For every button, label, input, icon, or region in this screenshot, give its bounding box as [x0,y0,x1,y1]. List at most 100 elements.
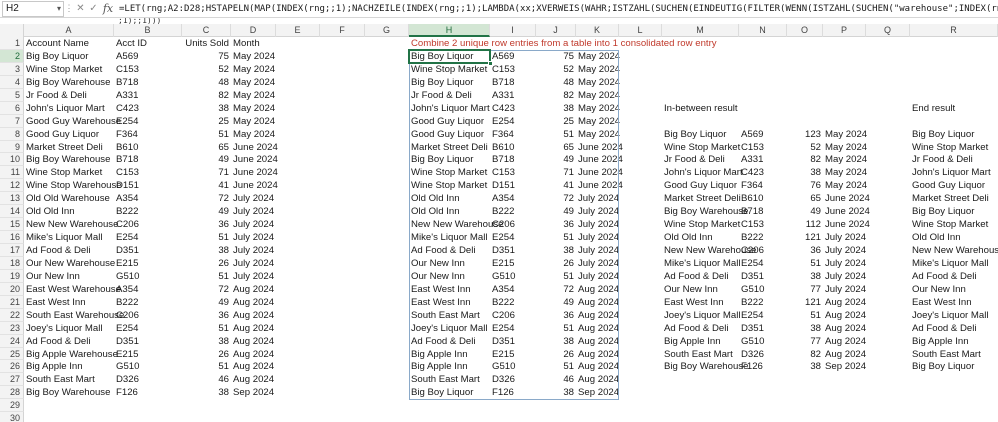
empty-cell-o[interactable] [787,50,823,63]
empty-cell-l[interactable] [619,386,662,399]
empty-cell-g[interactable] [365,386,409,399]
empty-cell-l[interactable] [619,179,662,192]
mapped-month[interactable]: Aug 2024 [576,309,619,322]
end-result-account[interactable]: Our New Inn [910,283,998,296]
end-result-account[interactable]: Ad Food & Deli [910,270,998,283]
empty-cell-l[interactable] [619,309,662,322]
source-account-name[interactable]: East West Inn [24,296,114,309]
empty-cell-g[interactable] [365,335,409,348]
column-header-q[interactable]: Q [866,24,910,37]
chevron-down-icon[interactable]: ▾ [57,4,61,13]
empty-cell-g[interactable] [365,115,409,128]
mapped-month[interactable]: July 2024 [576,231,619,244]
empty-cell-f[interactable] [320,192,365,205]
empty-cell-g[interactable] [365,270,409,283]
source-account-name[interactable]: Big Boy Warehouse [24,153,114,166]
empty-cell-p[interactable] [823,386,866,399]
column-header-m[interactable]: M [662,24,739,37]
empty-cell-q[interactable] [866,63,910,76]
source-month[interactable]: Sep 2024 [231,386,276,399]
header-month[interactable]: Month [231,37,276,50]
in-between-month[interactable]: July 2024 [823,257,866,270]
empty-cell-q[interactable] [866,322,910,335]
source-units[interactable]: 36 [182,218,231,231]
mapped-acct-id[interactable]: A331 [490,89,536,102]
mapped-acct-id[interactable]: C206 [490,218,536,231]
source-account-name[interactable]: Jr Food & Deli [24,89,114,102]
in-between-account[interactable]: Joey's Liquor Mall [662,309,740,322]
empty-cell-q[interactable] [866,373,910,386]
in-between-month[interactable]: May 2024 [823,166,867,179]
empty-cell-l[interactable] [619,166,662,179]
mapped-account-name[interactable]: Big Apple Inn [409,360,490,373]
mapped-account-name[interactable]: East West Inn [409,296,490,309]
mapped-account-name[interactable]: New New Warehouse [409,218,503,231]
source-units[interactable]: 71 [182,166,231,179]
empty-cell-l[interactable] [619,231,662,244]
empty-cell-o[interactable] [787,89,823,102]
source-units[interactable]: 36 [182,309,231,322]
row-header-12[interactable]: 12 [0,179,24,193]
mapped-acct-id[interactable]: E215 [490,257,536,270]
mapped-units[interactable]: 72 [536,283,576,296]
in-between-units[interactable]: 76 [787,179,823,192]
empty-cell-o[interactable] [787,386,823,399]
mapped-month[interactable]: Sep 2024 [576,386,619,399]
in-between-label[interactable]: In-between result [662,102,739,115]
source-account-name[interactable]: South East Warehouse [24,309,124,322]
empty-cell-i[interactable] [490,412,536,422]
empty-cell-e[interactable] [276,296,320,309]
source-units[interactable]: 51 [182,128,231,141]
empty-cell-g[interactable] [365,322,409,335]
in-between-acct-id[interactable]: D351 [739,270,787,283]
in-between-acct-id[interactable]: F126 [739,360,787,373]
empty-cell-f[interactable] [320,296,365,309]
empty-cell-m[interactable] [662,386,739,399]
source-units[interactable]: 48 [182,76,231,89]
empty-cell-g[interactable] [365,89,409,102]
empty-cell-o[interactable] [787,115,823,128]
empty-cell-r[interactable] [910,63,998,76]
end-result-account[interactable]: Big Boy Liquor [910,205,998,218]
empty-cell-f[interactable] [320,141,365,154]
end-result-account[interactable]: East West Inn [910,296,998,309]
mapped-account-name[interactable]: John's Liquor Mart [409,102,490,115]
row-header-9[interactable]: 9 [0,140,24,154]
source-units[interactable]: 82 [182,89,231,102]
formula-input[interactable]: =LET(rng;A2:D28;HSTAPELN(MAP(INDEX(rng;;… [116,4,998,14]
in-between-acct-id[interactable]: E254 [739,257,787,270]
in-between-units[interactable]: 52 [787,141,823,154]
in-between-month[interactable]: May 2024 [823,179,867,192]
source-month[interactable]: Aug 2024 [231,309,276,322]
mapped-account-name[interactable]: Wine Stop Market [409,166,490,179]
empty-cell-k[interactable] [576,399,619,412]
empty-cell-n[interactable] [739,102,787,115]
mapped-month[interactable]: May 2024 [576,102,620,115]
empty-cell-l[interactable] [619,360,662,373]
mapped-month[interactable]: July 2024 [576,257,619,270]
mapped-month[interactable]: Aug 2024 [576,335,619,348]
empty-cell-r[interactable] [910,386,998,399]
source-units[interactable]: 51 [182,231,231,244]
empty-cell-p[interactable] [823,50,866,63]
source-month[interactable]: July 2024 [231,218,276,231]
row-header-23[interactable]: 23 [0,321,24,335]
mapped-units[interactable]: 51 [536,360,576,373]
empty-cell-e[interactable] [276,192,320,205]
mapped-units[interactable]: 72 [536,192,576,205]
row-header-11[interactable]: 11 [0,166,24,180]
source-month[interactable]: Aug 2024 [231,322,276,335]
source-account-name[interactable]: East West Warehouse [24,283,121,296]
mapped-account-name[interactable]: Good Guy Liquor [409,115,490,128]
in-between-units[interactable]: 38 [787,360,823,373]
empty-cell-f[interactable] [320,115,365,128]
source-acct-id[interactable]: D326 [114,373,182,386]
mapped-units[interactable]: 51 [536,231,576,244]
empty-cell-n[interactable] [739,373,787,386]
source-month[interactable]: May 2024 [231,89,276,102]
empty-cell-o[interactable] [787,412,823,422]
empty-cell-h[interactable] [409,399,490,412]
empty-cell-l[interactable] [619,89,662,102]
in-between-units[interactable]: 65 [787,192,823,205]
empty-cell-f[interactable] [320,205,365,218]
